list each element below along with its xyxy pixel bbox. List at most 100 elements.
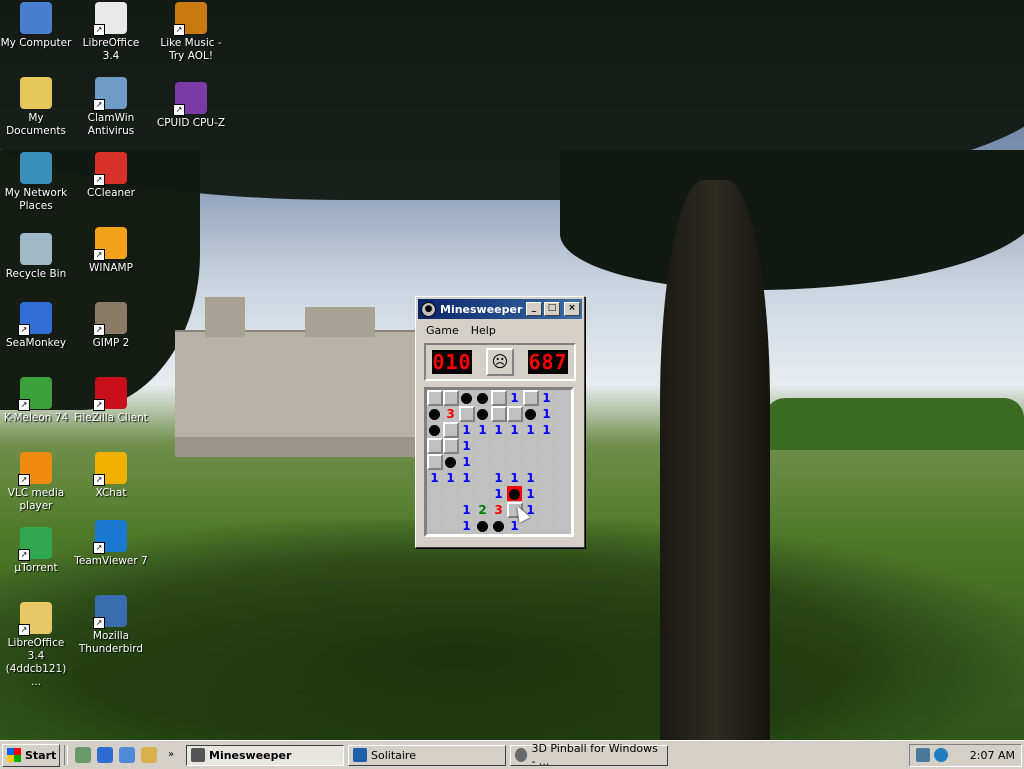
title-bar[interactable]: ● Minesweeper _ □ × bbox=[418, 299, 582, 319]
mine-cell[interactable]: 1 bbox=[539, 406, 555, 422]
mine-cell[interactable] bbox=[443, 454, 459, 470]
mine-cell[interactable] bbox=[475, 470, 491, 486]
mine-cell[interactable] bbox=[507, 406, 523, 422]
desktop-icon[interactable]: ↗ µTorrent bbox=[0, 527, 74, 575]
mine-cell[interactable]: 1 bbox=[491, 486, 507, 502]
mine-cell[interactable] bbox=[507, 454, 523, 470]
mine-cell[interactable] bbox=[555, 470, 571, 486]
menu-game[interactable]: Game bbox=[420, 324, 465, 337]
mine-cell[interactable] bbox=[555, 406, 571, 422]
mine-cell[interactable]: 1 bbox=[507, 390, 523, 406]
mine-cell[interactable]: 1 bbox=[507, 470, 523, 486]
desktop-icon[interactable]: ↗ FileZilla Client bbox=[73, 377, 149, 425]
desktop-icon[interactable]: ↗ CPUID CPU-Z bbox=[153, 82, 229, 130]
mine-cell[interactable]: 1 bbox=[507, 422, 523, 438]
mine-cell[interactable]: 1 bbox=[459, 502, 475, 518]
task-solitaire[interactable]: Solitaire bbox=[348, 744, 506, 766]
mine-cell[interactable]: 3 bbox=[443, 406, 459, 422]
desktop-icon[interactable]: ↗ XChat bbox=[73, 452, 149, 500]
mine-cell[interactable] bbox=[427, 390, 443, 406]
mine-cell[interactable] bbox=[539, 454, 555, 470]
menu-help[interactable]: Help bbox=[465, 324, 502, 337]
desktop-icon[interactable]: ↗ K-Meleon 74 bbox=[0, 377, 74, 425]
mine-cell[interactable]: 1 bbox=[443, 470, 459, 486]
mine-cell[interactable] bbox=[555, 438, 571, 454]
mine-cell[interactable] bbox=[443, 438, 459, 454]
firefox-icon[interactable] bbox=[97, 747, 113, 763]
mine-cell[interactable]: 3 bbox=[491, 502, 507, 518]
desktop-icon[interactable]: ↗ LibreOffice 3.4 (4ddcb121) ... bbox=[0, 602, 74, 689]
mine-cell[interactable] bbox=[475, 518, 491, 534]
clock[interactable]: 2:07 AM bbox=[970, 749, 1015, 762]
mine-cell[interactable] bbox=[443, 390, 459, 406]
mine-cell[interactable] bbox=[555, 518, 571, 534]
minesweeper-window[interactable]: ● Minesweeper _ □ × Game Help 010 ☹ 687 … bbox=[415, 296, 585, 548]
mine-cell[interactable] bbox=[491, 454, 507, 470]
explorer-icon[interactable] bbox=[141, 747, 157, 763]
mine-cell[interactable] bbox=[427, 406, 443, 422]
desktop-icon[interactable]: ↗ VLC media player bbox=[0, 452, 74, 513]
mine-cell[interactable] bbox=[539, 502, 555, 518]
desktop-icon[interactable]: ↗ LibreOffice 3.4 bbox=[73, 2, 149, 63]
minimize-button[interactable]: _ bbox=[526, 302, 542, 316]
mine-cell[interactable]: 1 bbox=[523, 470, 539, 486]
desktop-icon[interactable]: ↗ CCleaner bbox=[73, 152, 149, 200]
mine-cell[interactable]: 1 bbox=[491, 470, 507, 486]
desktop-icon[interactable]: ↗ Like Music - Try AOL! bbox=[153, 2, 229, 63]
desktop-icon[interactable]: My Computer bbox=[0, 2, 74, 50]
close-button[interactable]: × bbox=[564, 302, 580, 316]
mine-cell[interactable] bbox=[539, 518, 555, 534]
mine-cell[interactable]: 1 bbox=[539, 390, 555, 406]
mine-cell[interactable] bbox=[475, 438, 491, 454]
mine-cell[interactable] bbox=[523, 438, 539, 454]
mine-cell[interactable] bbox=[475, 406, 491, 422]
mine-cell[interactable] bbox=[491, 518, 507, 534]
maximize-button[interactable]: □ bbox=[544, 302, 560, 316]
mine-cell[interactable] bbox=[539, 470, 555, 486]
mine-cell[interactable] bbox=[443, 518, 459, 534]
mine-field[interactable]: 11311111111111111111123111 bbox=[424, 387, 574, 537]
mine-cell[interactable]: 1 bbox=[539, 422, 555, 438]
mine-cell[interactable] bbox=[523, 454, 539, 470]
mine-cell[interactable] bbox=[555, 454, 571, 470]
desktop-icon[interactable]: ↗ GIMP 2 bbox=[73, 302, 149, 350]
mine-cell[interactable] bbox=[427, 422, 443, 438]
mine-cell[interactable] bbox=[539, 438, 555, 454]
desktop-icon[interactable]: ↗ ClamWin Antivirus bbox=[73, 77, 149, 138]
mine-cell[interactable]: 1 bbox=[459, 518, 475, 534]
mine-cell[interactable] bbox=[427, 486, 443, 502]
smiley-face-button[interactable]: ☹ bbox=[486, 348, 514, 376]
mine-cell[interactable] bbox=[523, 406, 539, 422]
mine-cell[interactable] bbox=[555, 422, 571, 438]
mine-cell[interactable] bbox=[539, 486, 555, 502]
chevron-right-icon[interactable]: » bbox=[163, 747, 179, 763]
mine-cell[interactable] bbox=[427, 518, 443, 534]
mine-cell[interactable] bbox=[459, 486, 475, 502]
mine-cell[interactable]: 1 bbox=[459, 422, 475, 438]
desktop-icon[interactable]: ↗ WINAMP bbox=[73, 227, 149, 275]
mine-cell[interactable] bbox=[475, 486, 491, 502]
desktop-icon[interactable]: ↗ Mozilla Thunderbird bbox=[73, 595, 149, 656]
mine-cell[interactable]: 1 bbox=[459, 438, 475, 454]
mine-cell[interactable] bbox=[555, 502, 571, 518]
desktop-icon[interactable]: ↗ SeaMonkey bbox=[0, 302, 74, 350]
mine-cell[interactable]: 1 bbox=[475, 422, 491, 438]
mine-cell[interactable] bbox=[523, 518, 539, 534]
email-icon[interactable] bbox=[119, 747, 135, 763]
task-pinball[interactable]: 3D Pinball for Windows - ... bbox=[510, 742, 668, 768]
mine-cell[interactable] bbox=[443, 502, 459, 518]
mine-cell[interactable] bbox=[523, 390, 539, 406]
mine-cell[interactable] bbox=[443, 486, 459, 502]
desktop-icon[interactable]: Recycle Bin bbox=[0, 233, 74, 281]
mine-cell[interactable]: 1 bbox=[459, 470, 475, 486]
mine-cell[interactable] bbox=[475, 454, 491, 470]
mine-cell[interactable] bbox=[491, 406, 507, 422]
mine-cell[interactable]: 1 bbox=[523, 422, 539, 438]
mine-cell[interactable] bbox=[475, 390, 491, 406]
mine-cell[interactable] bbox=[507, 486, 523, 502]
mine-cell[interactable] bbox=[507, 438, 523, 454]
task-minesweeper[interactable]: Minesweeper bbox=[186, 744, 344, 766]
mine-cell[interactable] bbox=[443, 422, 459, 438]
mine-cell[interactable]: 1 bbox=[523, 486, 539, 502]
mine-cell[interactable] bbox=[427, 502, 443, 518]
